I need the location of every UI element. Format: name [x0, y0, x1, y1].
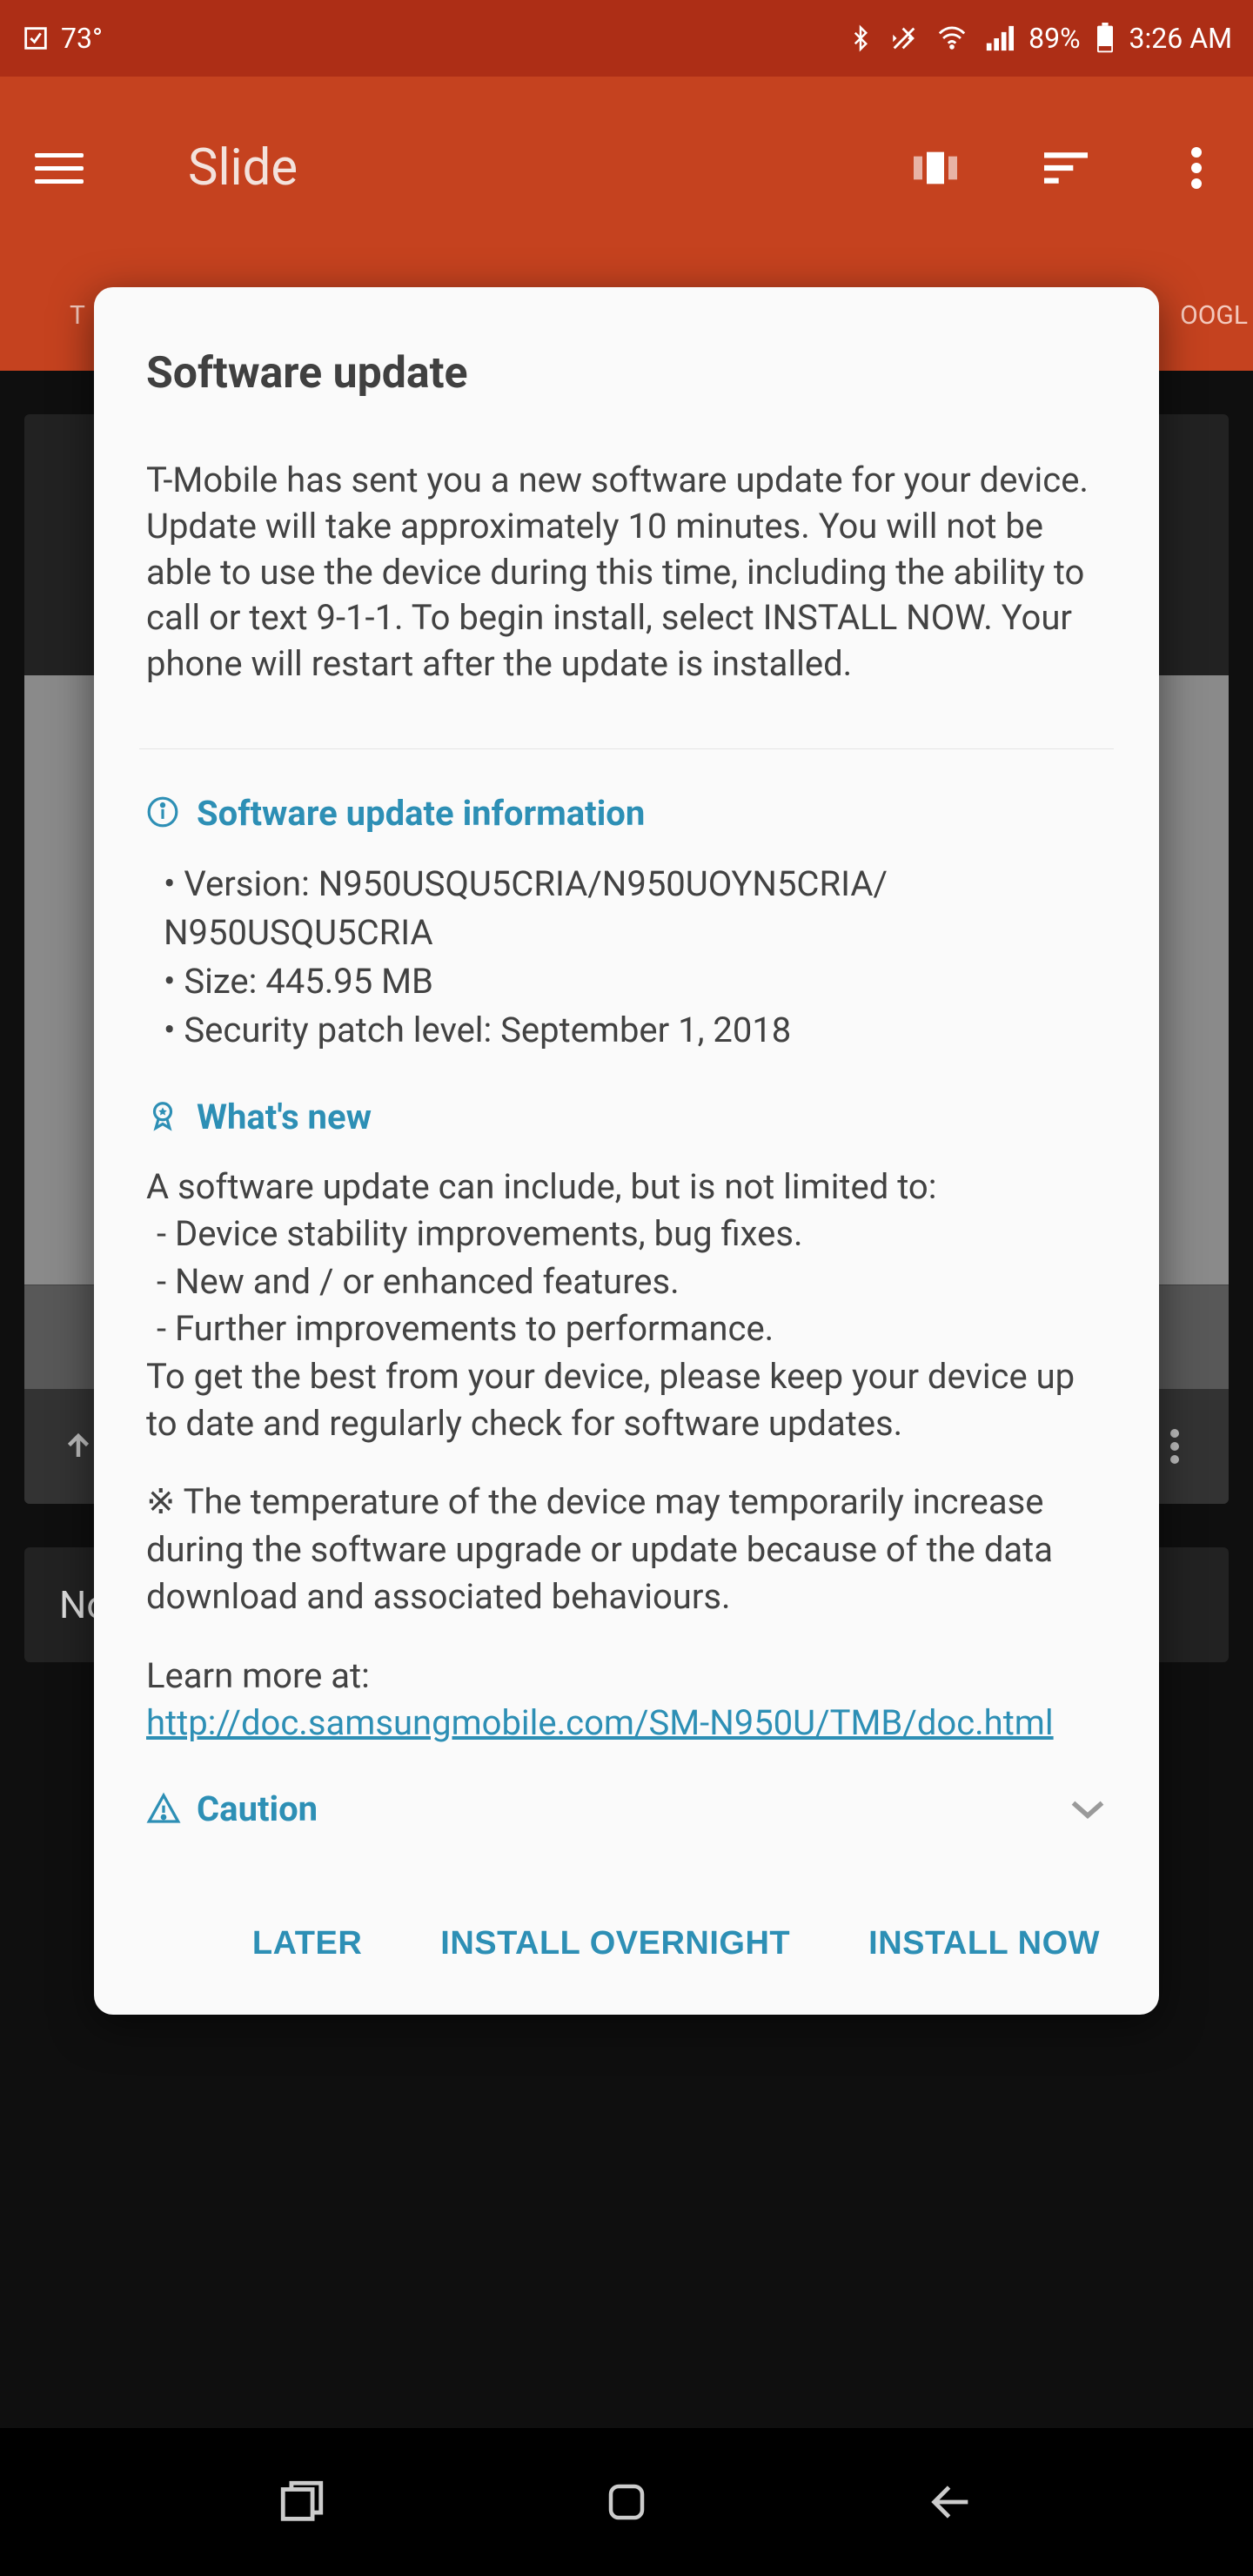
badge-icon [146, 1099, 181, 1134]
divider [139, 748, 1114, 749]
install-overnight-button[interactable]: INSTALL OVERNIGHT [440, 1925, 790, 1962]
later-button[interactable]: LATER [252, 1925, 362, 1962]
install-now-button[interactable]: INSTALL NOW [868, 1925, 1100, 1962]
learn-more-link[interactable]: http://doc.samsungmobile.com/SM-N950U/TM… [146, 1702, 1054, 1743]
dialog-actions: LATER INSTALL OVERNIGHT INSTALL NOW [146, 1925, 1107, 1962]
whats-new-label: What's new [197, 1097, 372, 1137]
caution-label: Caution [197, 1788, 318, 1829]
whats-new-body: A software update can include, but is no… [146, 1164, 1107, 1747]
software-update-dialog: Software update T-Mobile has sent you a … [94, 287, 1159, 2015]
dialog-title: Software update [146, 348, 1107, 399]
info-section-header: Software update information [146, 793, 1107, 834]
warning-icon [146, 1792, 181, 1827]
info-icon [146, 795, 181, 830]
info-body: • Version: N950USQU5CRIA/N950UOYN5CRIA/ … [146, 860, 1107, 1055]
info-section-label: Software update information [197, 793, 645, 834]
dialog-intro: T-Mobile has sent you a new software upd… [146, 458, 1107, 688]
whats-new-header: What's new [146, 1097, 1107, 1137]
caution-header[interactable]: Caution [146, 1788, 1107, 1829]
chevron-down-icon [1069, 1797, 1107, 1821]
